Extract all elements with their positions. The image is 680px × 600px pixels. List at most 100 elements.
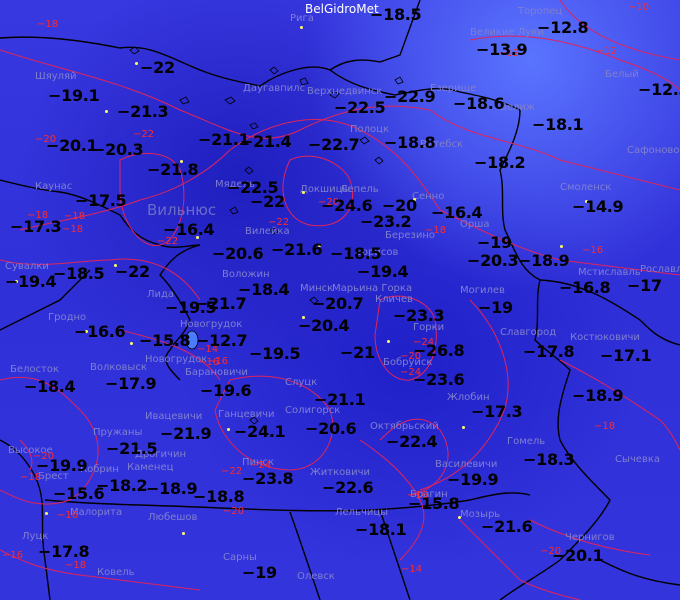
temperature-value: −19.1 — [48, 86, 100, 105]
city-label: Лепель — [340, 184, 379, 195]
city-label: Вильнюс — [147, 201, 217, 219]
station-dot — [182, 532, 185, 535]
weather-map: BelGidroMet Рига Великие Луки Торопец Бе… — [0, 0, 680, 600]
temperature-value: −23.3 — [393, 306, 445, 325]
city-label: Смоленск — [560, 182, 612, 193]
city-label: Октябрьский — [370, 421, 439, 432]
city-label: Олевск — [297, 571, 335, 582]
city-label: Рига — [290, 13, 314, 24]
city-label: Житковичи — [310, 467, 371, 478]
city-label: Луцк — [22, 531, 49, 542]
temperature-value: −18.9 — [572, 386, 624, 405]
city-label: Сувалки — [5, 261, 49, 272]
temperature-value: −20.6 — [305, 419, 357, 438]
isoline-label: −12 — [596, 46, 618, 57]
city-label: Слуцк — [285, 377, 318, 388]
temperature-value: −19.9 — [447, 470, 499, 489]
station-dot — [45, 512, 48, 515]
temperature-value: −21.8 — [147, 160, 199, 179]
city-label: Барановичи — [185, 367, 248, 378]
isoline-label: −22 — [133, 129, 155, 140]
temperature-value: −12.7 — [196, 331, 248, 350]
station-dot — [458, 516, 461, 519]
city-label: Рославль — [640, 264, 680, 275]
temperature-value: −22 — [250, 192, 285, 211]
temperature-value: −20.1 — [46, 136, 98, 155]
station-dot — [227, 428, 230, 431]
city-label: Сафоново — [627, 145, 680, 156]
station-dot — [105, 110, 108, 113]
temperature-value: −15.8 — [408, 494, 460, 513]
temperature-value: −18.9 — [146, 479, 198, 498]
temperature-value: −22.7 — [308, 135, 360, 154]
temperature-value: −18.9 — [518, 251, 570, 270]
city-label: Марьина Горка — [332, 283, 413, 294]
isoline-label: −16 — [57, 510, 79, 521]
temperature-value: −19.4 — [357, 262, 409, 281]
temperature-value: −19.9 — [36, 456, 88, 475]
temperature-value: −19.5 — [249, 344, 301, 363]
temperature-value: −17.1 — [600, 346, 652, 365]
city-label: Сычевка — [615, 454, 660, 465]
temperature-value: −18.5 — [53, 264, 105, 283]
isoline-label: −18 — [64, 211, 86, 222]
temperature-value: −21.9 — [160, 424, 212, 443]
temperature-value: −19 — [478, 298, 513, 317]
city-label: Велиж — [500, 102, 535, 113]
city-label: Гомель — [507, 436, 546, 447]
city-label: Каунас — [35, 181, 73, 192]
temperature-value: −12.8 — [537, 18, 589, 37]
temperature-value: −18.2 — [474, 153, 526, 172]
temperature-value: −22 — [140, 58, 175, 77]
city-label: Кличев — [375, 294, 413, 305]
city-label: Ганцевичи — [218, 409, 275, 420]
temperature-value: −18.8 — [193, 487, 245, 506]
temperature-value: −20.4 — [298, 316, 350, 335]
city-label: Лельчицы — [335, 507, 389, 518]
temperature-value: −17.8 — [38, 542, 90, 561]
station-dot — [130, 342, 133, 345]
isoline-label: −16 — [582, 245, 604, 256]
temperature-value: −21.5 — [106, 439, 158, 458]
temperature-value: −26.8 — [413, 341, 465, 360]
city-label: Чернигов — [565, 532, 615, 543]
city-label: Василевичи — [435, 459, 498, 470]
isoline-label: −18 — [425, 225, 447, 236]
temperature-value: −17.8 — [523, 342, 575, 361]
temperature-value: −18.4 — [238, 280, 290, 299]
map-title: BelGidroMet — [305, 2, 379, 16]
temperature-value: −20.3 — [467, 251, 519, 270]
temperature-value: −21 — [340, 343, 375, 362]
temperature-value: −18.2 — [96, 476, 148, 495]
temperature-value: −22.5 — [334, 98, 386, 117]
temperature-value: −21.6 — [271, 240, 323, 259]
isoline-label: −10 — [628, 2, 650, 13]
temperature-value: −22.9 — [384, 87, 436, 106]
temperature-value: −17 — [627, 276, 662, 295]
temperature-value: −23.6 — [413, 370, 465, 389]
station-dot — [302, 191, 305, 194]
isoline-label: −22 — [268, 217, 290, 228]
city-label: Великие Луки — [470, 27, 544, 38]
city-label: Сарны — [223, 552, 257, 563]
city-label: Любешов — [148, 512, 198, 523]
temperature-value: −21.6 — [481, 517, 533, 536]
temperature-value: −22 — [115, 262, 150, 281]
city-label: Ивацевичи — [145, 411, 203, 422]
temperature-value: −13.9 — [476, 40, 528, 59]
city-label: Воложин — [222, 269, 270, 280]
city-label: Волковыск — [90, 362, 147, 373]
city-label: Вилейка — [245, 226, 290, 237]
temperature-value: −14.9 — [572, 197, 624, 216]
station-dot — [560, 245, 563, 248]
temperature-value: −21.4 — [240, 132, 292, 151]
isoline-label: −18 — [65, 560, 87, 571]
city-label: Белый — [605, 69, 639, 80]
temperature-value: −12.3 — [638, 80, 680, 99]
city-label: Пружаны — [93, 427, 143, 438]
city-label: Ковель — [97, 567, 135, 578]
temperature-value: −18.1 — [355, 520, 407, 539]
city-label: Верхнедвинск — [307, 86, 383, 97]
temperature-value: −17.3 — [471, 402, 523, 421]
station-dot — [135, 62, 138, 65]
